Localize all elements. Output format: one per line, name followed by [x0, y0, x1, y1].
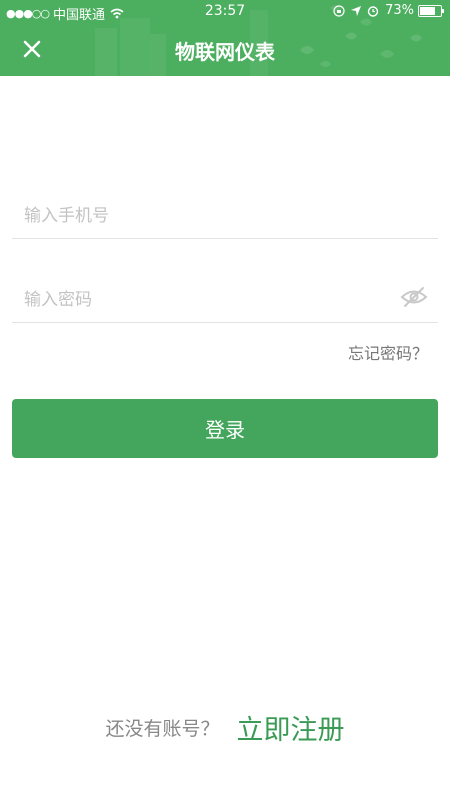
rotation-lock-icon	[333, 4, 345, 17]
nav-bar: 物联网仪表	[0, 22, 450, 76]
phone-field	[12, 186, 438, 239]
toggle-password-visibility[interactable]	[400, 286, 428, 308]
forgot-password-link[interactable]: 忘记密码？	[348, 340, 428, 364]
login-button[interactable]: 登录	[12, 399, 438, 458]
register-link[interactable]: 立即注册	[237, 715, 345, 746]
alarm-icon	[367, 5, 379, 17]
page-title: 物联网仪表	[175, 40, 275, 64]
status-bar: ●●●○○ 中国联通 23:57 73%	[0, 0, 450, 23]
battery-icon	[418, 4, 444, 17]
password-input[interactable]	[22, 284, 396, 316]
phone-input[interactable]	[22, 200, 396, 232]
battery-percent: 73%	[385, 3, 414, 18]
no-account-text: 还没有账号？	[105, 718, 220, 740]
register-prompt: 还没有账号？ 立即注册	[0, 708, 450, 747]
app-header: ●●●○○ 中国联通 23:57 73% 物联网仪表	[0, 0, 450, 76]
status-right: 73%	[333, 3, 444, 18]
location-icon	[351, 5, 362, 16]
password-field	[12, 270, 438, 323]
eye-off-icon	[400, 287, 428, 307]
